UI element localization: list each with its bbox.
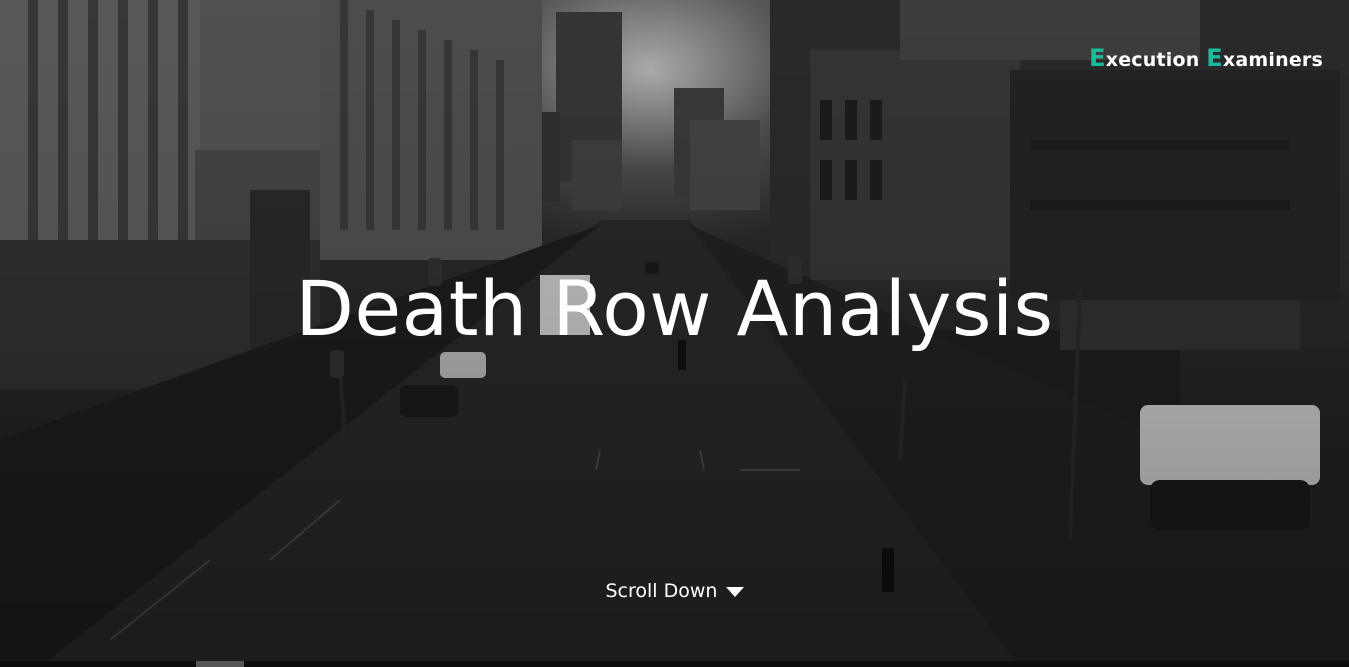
hero-section: Execution Examiners Death Row Analysis S… xyxy=(0,0,1349,667)
brand-initial-examiners: E xyxy=(1206,44,1223,72)
brand-word-examiners: xaminers xyxy=(1222,49,1323,71)
bottom-edge-marker xyxy=(196,661,244,667)
brand-initial-execution: E xyxy=(1089,44,1106,72)
caret-down-icon xyxy=(725,586,744,597)
bottom-edge-strip xyxy=(0,661,1349,667)
brand-word-execution: xecution xyxy=(1105,49,1200,71)
scroll-down-container: Scroll Down xyxy=(0,580,1349,602)
scroll-down-link[interactable]: Scroll Down xyxy=(605,580,744,602)
scroll-down-label: Scroll Down xyxy=(605,580,718,602)
brand-logo[interactable]: Execution Examiners xyxy=(1089,44,1323,72)
hero-title: Death Row Analysis xyxy=(295,264,1054,353)
